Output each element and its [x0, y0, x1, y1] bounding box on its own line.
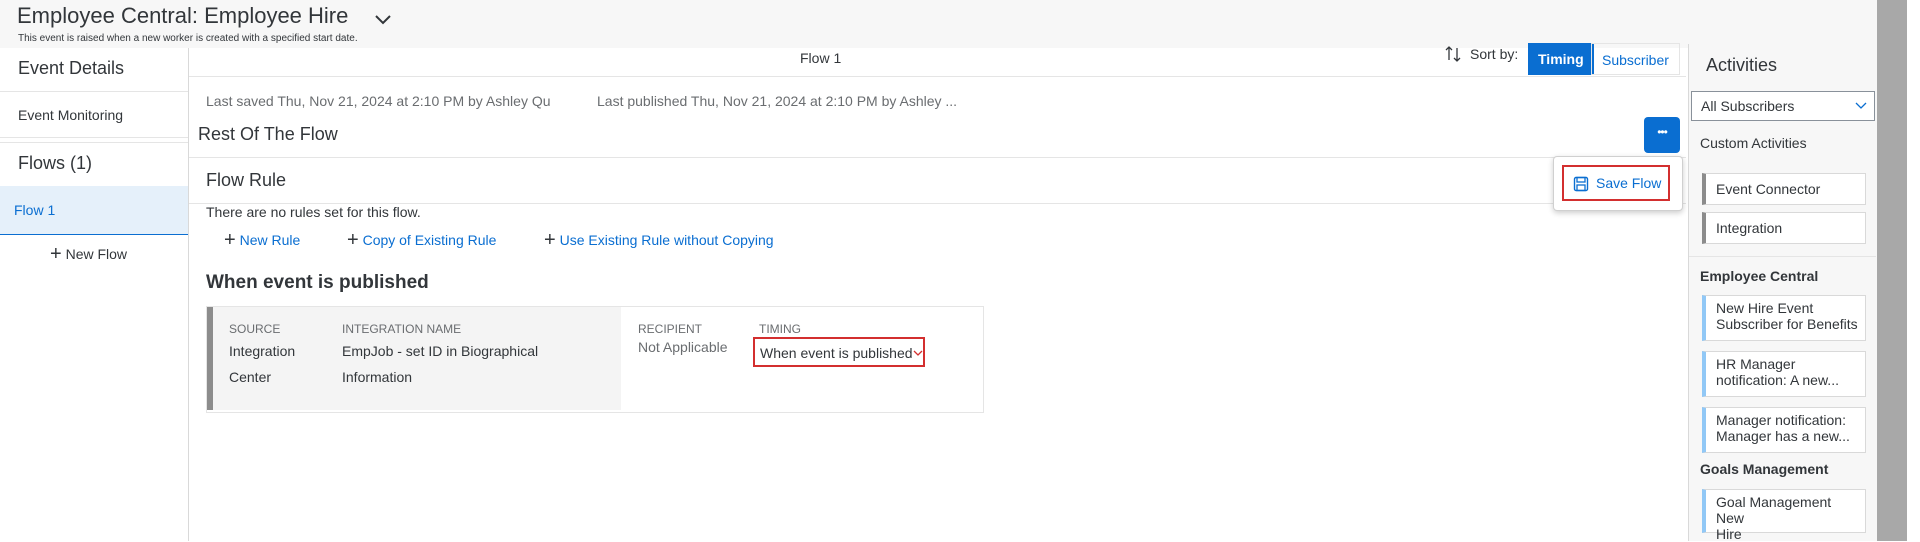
use-existing-rule-button[interactable]: + Use Existing Rule without Copying: [544, 229, 774, 253]
copy-existing-rule-button[interactable]: + Copy of Existing Rule: [347, 229, 497, 253]
activity-label: Manager notification:: [1716, 412, 1846, 428]
nav-event-monitoring-label: Event Monitoring: [18, 107, 124, 123]
sort-subscriber-button[interactable]: Subscriber: [1591, 43, 1680, 75]
last-saved-text: Last saved Thu, Nov 21, 2024 at 2:10 PM …: [206, 93, 551, 109]
plus-icon: +: [50, 243, 62, 265]
recipient-value: Not Applicable: [638, 339, 728, 355]
flows-heading-label: Flows (1): [18, 153, 93, 173]
activity-label: Integration: [1716, 220, 1783, 236]
activity-label: New Hire Event: [1716, 300, 1814, 316]
activity-manager-notification[interactable]: Manager notification: Manager has a new.…: [1702, 407, 1866, 453]
subscriber-filter-select[interactable]: All Subscribers: [1691, 91, 1875, 121]
plus-icon: +: [224, 229, 236, 251]
activity-label: Hire: [1716, 526, 1742, 542]
activity-integration[interactable]: Integration: [1702, 212, 1866, 244]
activities-title: Activities: [1706, 55, 1778, 75]
nav-event-monitoring[interactable]: Event Monitoring: [0, 92, 188, 138]
save-icon: [1573, 176, 1589, 192]
new-rule-button[interactable]: + New Rule: [224, 229, 301, 253]
sort-icon[interactable]: [1444, 45, 1462, 63]
timing-select[interactable]: When event is published: [753, 337, 925, 367]
integration-name-label: INTEGRATION NAME: [342, 322, 462, 336]
page-edge: [1907, 0, 1920, 541]
source-value: Integration: [229, 343, 296, 359]
nav-event-details[interactable]: Event Details: [0, 48, 188, 92]
section-title: Rest Of The Flow: [198, 124, 338, 144]
save-flow-button[interactable]: Save Flow: [1562, 165, 1670, 201]
sort-timing-button[interactable]: Timing: [1528, 43, 1594, 75]
nav-event-details-label: Event Details: [18, 58, 125, 78]
flows-heading: Flows (1): [0, 142, 188, 187]
chevron-down-icon[interactable]: [372, 8, 394, 30]
new-flow-label: New Flow: [65, 246, 128, 263]
flow-list-item-label: Flow 1: [14, 202, 56, 218]
activity-event-connector[interactable]: Event Connector: [1702, 173, 1866, 205]
chevron-down-icon: [913, 350, 923, 356]
goals-management-heading: Goals Management: [1700, 461, 1829, 477]
page-title: Employee Central: Employee Hire: [17, 3, 349, 28]
source-label: SOURCE: [229, 322, 281, 336]
activity-label: notification: A new...: [1716, 372, 1839, 388]
last-published-text: Last published Thu, Nov 21, 2024 at 2:10…: [597, 93, 958, 109]
activity-hr-manager-notification[interactable]: HR Manager notification: A new...: [1702, 351, 1866, 397]
new-rule-label: New Rule: [239, 232, 301, 249]
plus-icon: +: [544, 229, 556, 251]
tab-flow-1[interactable]: Flow 1: [800, 50, 841, 66]
overflow-icon: •••: [1657, 125, 1668, 139]
no-rules-text: There are no rules set for this flow.: [206, 204, 421, 220]
activity-label: Manager has a new...: [1716, 428, 1850, 444]
page-scrollbar[interactable]: [1877, 0, 1907, 541]
divider: [189, 157, 1686, 158]
left-navigation: Event Details Event Monitoring Flows (1): [0, 48, 189, 541]
subscriber-filter-value: All Subscribers: [1701, 98, 1795, 114]
activity-goal-management-new-hire[interactable]: Goal Management New Hire: [1702, 489, 1866, 542]
flow-list-item[interactable]: Flow 1: [0, 186, 188, 235]
activity-label: HR Manager: [1716, 356, 1796, 372]
chevron-down-icon: [1855, 102, 1867, 109]
more-options-button[interactable]: •••: [1644, 117, 1680, 153]
employee-central-heading: Employee Central: [1700, 268, 1819, 284]
integration-name-link-line2[interactable]: Information: [342, 369, 412, 385]
recipient-label: RECIPIENT: [638, 322, 703, 336]
event-heading: When event is published: [206, 272, 429, 293]
sort-label: Sort by:: [1470, 46, 1519, 62]
divider: [1689, 256, 1876, 257]
copy-existing-rule-label: Copy of Existing Rule: [362, 232, 497, 249]
flow-rule-heading: Flow Rule: [206, 170, 287, 190]
use-existing-rule-label: Use Existing Rule without Copying: [559, 232, 774, 249]
timing-select-value: When event is published: [760, 345, 913, 361]
custom-activities-heading: Custom Activities: [1700, 135, 1807, 151]
save-flow-label: Save Flow: [1596, 175, 1662, 191]
activity-label: Subscriber for Benefits: [1716, 316, 1858, 332]
integration-name-link[interactable]: EmpJob - set ID in Biographical: [342, 343, 538, 359]
activity-label: Goal Management New: [1716, 494, 1832, 526]
source-value-line2: Center: [229, 369, 272, 385]
timing-label: TIMING: [759, 322, 801, 336]
new-flow-button[interactable]: + New Flow: [50, 243, 128, 266]
activity-label: Event Connector: [1716, 181, 1821, 197]
plus-icon: +: [347, 229, 359, 251]
activity-new-hire-event-subscriber[interactable]: New Hire Event Subscriber for Benefits: [1702, 295, 1866, 341]
